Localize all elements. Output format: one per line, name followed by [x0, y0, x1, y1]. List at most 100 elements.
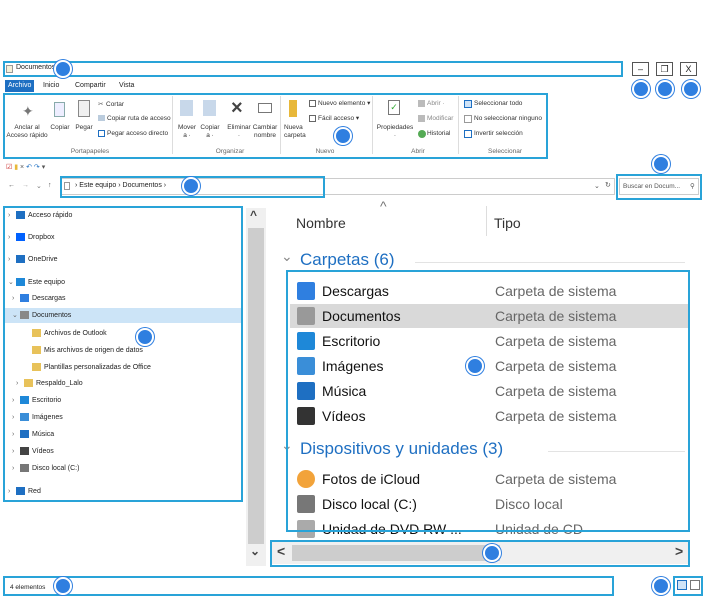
- history-icon: [418, 130, 426, 138]
- address-dropdown-icon[interactable]: ⌄: [594, 182, 600, 190]
- new-folder-small-icon[interactable]: ▮: [14, 164, 18, 171]
- column-header-type[interactable]: Tipo: [494, 215, 521, 231]
- rename-label-1[interactable]: Cambiar: [252, 124, 278, 132]
- ribbon-separator: [458, 96, 459, 154]
- minimize-marker: [632, 80, 650, 98]
- move-to-label-2[interactable]: a ·: [176, 132, 198, 140]
- modify-button[interactable]: Modificar: [427, 115, 453, 123]
- sort-indicator: ^: [380, 198, 387, 214]
- history-button[interactable]: Historial: [427, 130, 450, 138]
- modify-icon: [418, 115, 425, 122]
- group-header-folders[interactable]: Carpetas (6): [300, 250, 394, 270]
- view-buttons-highlight: [673, 576, 703, 596]
- minimize-button[interactable]: –: [632, 62, 649, 76]
- horizontal-scroll-highlight: [270, 540, 690, 567]
- group-label-open: Abrir: [411, 148, 425, 155]
- tab-inicio[interactable]: Inicio: [40, 80, 62, 92]
- recent-dropdown-icon[interactable]: ⌄: [36, 182, 42, 190]
- status-marker: [54, 577, 72, 595]
- content-marker: [466, 357, 484, 375]
- maximize-button[interactable]: ❐: [656, 62, 673, 76]
- ribbon-separator: [172, 96, 173, 154]
- invert-selection-icon: [464, 130, 472, 138]
- easy-access-icon: [309, 115, 316, 122]
- delete-label-1[interactable]: Eliminar: [226, 124, 252, 132]
- ribbon-marker: [334, 127, 352, 145]
- copy-icon: [54, 102, 65, 117]
- select-all-icon: [464, 100, 472, 108]
- navigation-marker: [136, 328, 154, 346]
- pin-icon: ✦: [22, 103, 34, 119]
- new-folder-label-1[interactable]: Nueva: [284, 124, 303, 132]
- copy-to-label-1[interactable]: Copiar: [199, 124, 221, 132]
- close-marker: [682, 80, 700, 98]
- properties-label-2[interactable]: ·: [376, 132, 414, 140]
- forward-arrow-icon[interactable]: →: [22, 182, 29, 189]
- cut-icon: ✂: [98, 101, 104, 108]
- vertical-scroll-thumb[interactable]: [248, 228, 264, 544]
- scroll-up-button[interactable]: ^: [250, 208, 257, 222]
- group-label-organize: Organizar: [215, 148, 245, 155]
- paste-shortcut-icon: [98, 130, 105, 137]
- quick-access-dropdown[interactable]: ▾: [42, 164, 46, 171]
- title-marker: [54, 60, 72, 78]
- copy-path-button[interactable]: Copiar ruta de acceso: [107, 115, 171, 123]
- select-all-button[interactable]: Seleccionar todo: [474, 100, 522, 108]
- group-label-clipboard: Portapapeles: [70, 148, 110, 155]
- back-arrow-icon[interactable]: ←: [8, 182, 15, 189]
- paste-shortcut-button[interactable]: Pegar acceso directo: [107, 130, 168, 138]
- navigation-highlight: [3, 206, 243, 502]
- group-line: [415, 262, 685, 263]
- paste-button[interactable]: Pegar: [73, 124, 95, 132]
- cut-button[interactable]: Cortar: [106, 101, 124, 109]
- ribbon-separator: [372, 96, 373, 154]
- new-folder-label-2[interactable]: carpeta: [284, 132, 306, 140]
- copy-path-icon: [98, 115, 105, 121]
- column-header-name[interactable]: Nombre: [296, 215, 346, 231]
- properties-small-icon[interactable]: ☑: [6, 164, 12, 171]
- search-highlight: [616, 174, 702, 200]
- ribbon-separator: [280, 96, 281, 154]
- delete-small-icon[interactable]: ×: [20, 164, 24, 171]
- view-marker: [652, 577, 670, 595]
- new-item-button[interactable]: Nuevo elemento ▾: [318, 100, 370, 108]
- copy-to-icon: [203, 100, 216, 116]
- select-none-button[interactable]: No seleccionar ninguno: [474, 115, 542, 123]
- select-none-icon: [464, 115, 472, 123]
- invert-selection-button[interactable]: Invertir selección: [474, 130, 523, 138]
- new-item-icon: [309, 100, 316, 107]
- tab-archivo[interactable]: Archivo: [5, 80, 35, 92]
- status-highlight: [3, 576, 614, 596]
- up-arrow-icon[interactable]: ↑: [48, 182, 52, 189]
- tab-compartir[interactable]: Compartir: [72, 80, 109, 92]
- properties-icon: ✓: [388, 100, 400, 115]
- delete-label-2[interactable]: ·: [226, 132, 252, 140]
- copy-button[interactable]: Copiar: [48, 124, 72, 132]
- tab-vista[interactable]: Vista: [116, 80, 137, 92]
- column-divider[interactable]: [486, 206, 487, 236]
- easy-access-button[interactable]: Fácil acceso ▾: [318, 115, 359, 123]
- group-label-new: Nuevo: [315, 148, 335, 155]
- title-bar-highlight: [3, 61, 623, 77]
- properties-label-1[interactable]: Propiedades: [376, 124, 414, 132]
- open-icon: [418, 100, 425, 107]
- undo-icon[interactable]: ↶: [26, 164, 32, 171]
- scroll-down-button[interactable]: ⌄: [250, 544, 260, 558]
- content-highlight: [286, 270, 690, 532]
- maximize-marker: [656, 80, 674, 98]
- rename-label-2[interactable]: nombre: [252, 132, 278, 140]
- group-label-select: Seleccionar: [488, 148, 522, 155]
- address-marker: [182, 177, 200, 195]
- quick-access-toolbar[interactable]: ☑ ▮ × ↶ ↷ ▾: [6, 163, 45, 171]
- pin-label-1[interactable]: Anclar al: [10, 124, 44, 132]
- copy-to-label-2[interactable]: a ·: [199, 132, 221, 140]
- refresh-icon[interactable]: ↻: [605, 181, 611, 189]
- delete-icon: ×: [231, 97, 243, 119]
- search-marker: [652, 155, 670, 173]
- redo-icon[interactable]: ↷: [34, 164, 40, 171]
- move-to-label-1[interactable]: Mover: [176, 124, 198, 132]
- close-button[interactable]: X: [680, 62, 697, 76]
- open-button[interactable]: Abrir ·: [427, 100, 445, 108]
- group-chevron[interactable]: ⌄: [281, 248, 293, 265]
- pin-label-2[interactable]: Acceso rápido: [5, 132, 49, 140]
